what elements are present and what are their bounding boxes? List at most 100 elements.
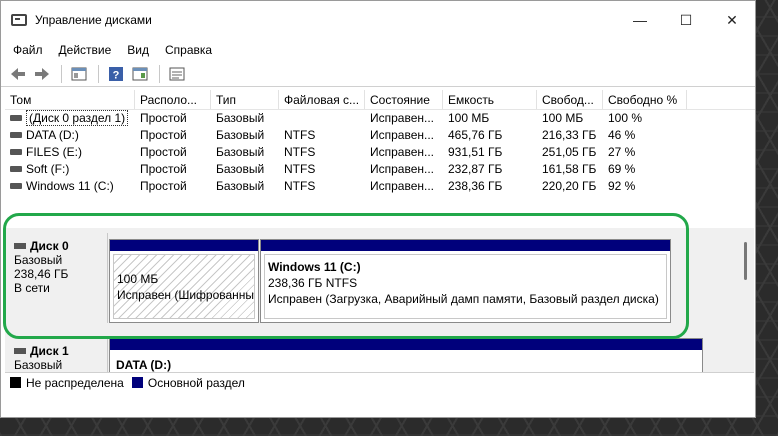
legend: Не распределена Основной раздел: [5, 372, 754, 392]
layout-cell: Простой: [140, 111, 187, 125]
capacity-cell: 931,51 ГБ: [448, 145, 503, 159]
column-header-capacity[interactable]: Емкость: [443, 90, 537, 109]
column-header-free-space[interactable]: Свобод...: [537, 90, 603, 109]
title-bar: Управление дисками — ☐ ✕: [1, 1, 755, 39]
disk-type: Базовый: [14, 358, 63, 372]
filesystem-cell: NTFS: [284, 162, 316, 176]
volume-cell: FILES (E:): [5, 144, 135, 161]
layout-cell: Простой: [140, 128, 187, 142]
maximize-button[interactable]: ☐: [663, 1, 709, 39]
legend-label: Не распределена: [26, 375, 124, 390]
volume-cell: Soft (F:): [5, 161, 135, 178]
status-cell: Исправен...: [370, 179, 435, 193]
disk-status: В сети: [14, 281, 50, 295]
free-percent-cell: 92 %: [608, 179, 636, 193]
partition-size: 238,36 ГБ NTFS: [268, 276, 358, 290]
volume-list-body: (Диск 0 раздел 1) Простой Базовый Исправ…: [5, 110, 755, 195]
drive-icon: [10, 114, 22, 121]
partition-body: Windows 11 (C:) 238,36 ГБ NTFS Исправен …: [264, 254, 667, 319]
toolbar-separator: [61, 64, 62, 83]
filesystem-cell: NTFS: [284, 128, 316, 142]
table-row[interactable]: Windows 11 (C:) Простой Базовый NTFS Исп…: [5, 178, 755, 195]
partition-bar: [110, 339, 702, 350]
column-header-filesystem[interactable]: Файловая с...: [279, 90, 365, 109]
menu-file[interactable]: Файл: [5, 43, 51, 57]
partition-data-d[interactable]: DATA (D:): [109, 338, 703, 372]
volume-name: FILES (E:): [26, 145, 83, 159]
disk-0-label[interactable]: Диск 0 Базовый 238,46 ГБ В сети: [7, 233, 108, 323]
table-row[interactable]: DATA (D:) Простой Базовый NTFS Исправен.…: [5, 127, 755, 144]
menu-action[interactable]: Действие: [51, 43, 120, 57]
disk-management-app-icon: [11, 14, 27, 26]
volume-cell: (Диск 0 раздел 1): [5, 110, 135, 127]
list-view-icon[interactable]: [166, 64, 188, 84]
vertical-scrollbar[interactable]: [740, 228, 754, 372]
partition-title-spacer: [117, 259, 251, 271]
partition-bar: [261, 240, 670, 251]
back-arrow-icon[interactable]: [7, 64, 29, 84]
minimize-button[interactable]: —: [617, 1, 663, 39]
volume-name: Windows 11 (C:): [26, 179, 114, 193]
toolbar: ?: [1, 61, 755, 87]
disk-size: 238,46 ГБ: [14, 267, 69, 281]
forward-arrow-icon[interactable]: [31, 64, 53, 84]
drive-icon: [10, 182, 22, 189]
drive-icon: [10, 131, 22, 138]
help-icon[interactable]: ?: [105, 64, 127, 84]
svg-text:?: ?: [113, 69, 120, 81]
volume-name: DATA (D:): [26, 128, 79, 142]
disk-1-label[interactable]: Диск 1 Базовый: [7, 338, 108, 372]
menu-help[interactable]: Справка: [157, 43, 220, 57]
capacity-cell: 238,36 ГБ: [448, 179, 503, 193]
partition-efi[interactable]: 100 МБ Исправен (Шифрованный: [109, 239, 259, 323]
disk-type: Базовый: [14, 253, 63, 267]
filesystem-cell: NTFS: [284, 145, 316, 159]
layout-cell: Простой: [140, 162, 187, 176]
column-header-type[interactable]: Тип: [211, 90, 279, 109]
volume-list: Том Располо... Тип Файловая с... Состоян…: [5, 90, 755, 216]
type-cell: Базовый: [216, 162, 265, 176]
column-header-status[interactable]: Состояние: [365, 90, 443, 109]
column-header-volume[interactable]: Том: [5, 90, 135, 109]
scrollbar-thumb[interactable]: [744, 242, 747, 280]
status-cell: Исправен...: [370, 162, 435, 176]
free-percent-cell: 46 %: [608, 128, 636, 142]
console-tree-icon[interactable]: [68, 64, 90, 84]
table-row[interactable]: (Диск 0 раздел 1) Простой Базовый Исправ…: [5, 110, 755, 127]
volume-name: (Диск 0 раздел 1): [26, 110, 129, 126]
drive-icon: [10, 148, 22, 155]
status-cell: Исправен...: [370, 128, 435, 142]
disk-graphical-view: Диск 0 Базовый 238,46 ГБ В сети 100 МБ И…: [5, 228, 740, 372]
partition-title: Windows 11 (C:): [268, 260, 361, 274]
partition-bar: [110, 240, 258, 251]
filesystem-cell: [279, 110, 365, 127]
volume-name: Soft (F:): [26, 162, 70, 176]
toolbar-separator: [98, 64, 99, 83]
table-row[interactable]: Soft (F:) Простой Базовый NTFS Исправен.…: [5, 161, 755, 178]
disk-icon: [14, 347, 26, 354]
disk-icon: [14, 242, 26, 249]
type-cell: Базовый: [216, 179, 265, 193]
partition-status: Исправен (Шифрованный: [117, 288, 255, 302]
partition-body: 100 МБ Исправен (Шифрованный: [113, 254, 255, 319]
legend-item-primary: Основной раздел: [131, 375, 245, 390]
table-row[interactable]: FILES (E:) Простой Базовый NTFS Исправен…: [5, 144, 755, 161]
properties-icon[interactable]: [129, 64, 151, 84]
menu-view[interactable]: Вид: [119, 43, 157, 57]
column-header-layout[interactable]: Располо...: [135, 90, 211, 109]
close-button[interactable]: ✕: [709, 1, 755, 39]
menu-bar: Файл Действие Вид Справка: [1, 39, 755, 61]
partition-windows-c[interactable]: Windows 11 (C:) 238,36 ГБ NTFS Исправен …: [260, 239, 671, 323]
partition-body: DATA (D:): [113, 353, 699, 372]
status-cell: Исправен...: [370, 145, 435, 159]
column-header-free-percent[interactable]: Свободно %: [603, 90, 687, 109]
legend-swatch: [10, 377, 21, 388]
disk-1-row: Диск 1 Базовый DATA (D:): [5, 338, 740, 372]
legend-item-unallocated: Не распределена: [10, 376, 124, 390]
volume-cell: DATA (D:): [5, 127, 135, 144]
disk-name: Диск 0: [30, 239, 69, 253]
capacity-cell: 465,76 ГБ: [448, 128, 503, 142]
drive-icon: [10, 165, 22, 172]
legend-label: Основной раздел: [147, 375, 245, 390]
type-cell: Базовый: [216, 111, 265, 125]
